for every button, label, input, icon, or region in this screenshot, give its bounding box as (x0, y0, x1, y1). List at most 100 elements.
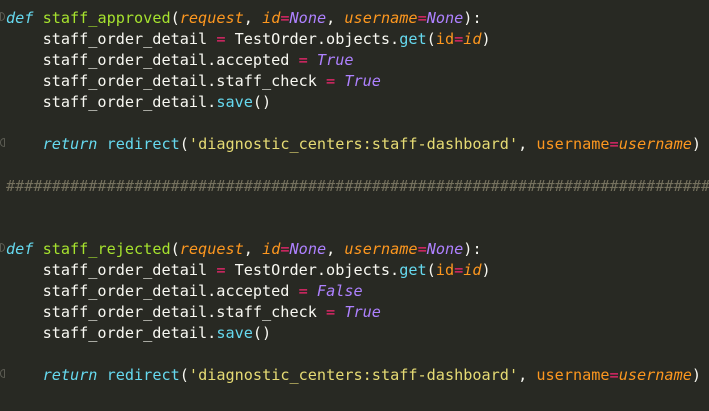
code-token: , (326, 9, 345, 27)
fold-end-icon[interactable] (0, 138, 5, 147)
code-line[interactable] (6, 113, 709, 134)
code-token: None (426, 9, 464, 27)
code-token: ( (426, 261, 436, 279)
code-token: = (454, 261, 464, 279)
code-token: username (536, 366, 610, 384)
code-token: staff_approved (42, 9, 171, 27)
code-token: None (426, 240, 464, 258)
code-token: ( (179, 135, 189, 153)
code-token: id (435, 261, 455, 279)
code-token: get (399, 261, 427, 279)
code-token: save (216, 93, 253, 111)
code-token: username (618, 366, 692, 384)
code-token: 'diagnostic_centers:staff-dashboard' (188, 135, 519, 153)
code-token: id (262, 240, 281, 258)
code-token: staff_order_detail.accepted (6, 51, 299, 69)
code-line[interactable]: return redirect('diagnostic_centers:staf… (0, 134, 709, 155)
code-token: ) (691, 135, 702, 153)
code-token: = (298, 282, 308, 300)
code-token: , (326, 240, 345, 258)
code-line[interactable] (6, 197, 709, 218)
code-line[interactable] (6, 155, 709, 176)
code-token: False (316, 282, 363, 300)
code-token: ) (481, 261, 491, 279)
code-line[interactable]: staff_order_detail = TestOrder.objects.g… (6, 29, 709, 50)
code-token: TestOrder.objects. (225, 261, 400, 279)
code-token: ) (691, 366, 702, 384)
code-token: username (344, 9, 418, 27)
code-token: id (262, 9, 281, 27)
code-token: staff_order_detail.accepted (6, 282, 299, 300)
code-editor[interactable]: def staff_approved(request, id=None, use… (0, 0, 709, 411)
code-line[interactable]: staff_order_detail.accepted = False (6, 281, 709, 302)
code-line[interactable]: staff_order_detail.accepted = True (6, 50, 709, 71)
code-token: = (417, 9, 427, 27)
code-token: username (344, 240, 418, 258)
code-token: = (326, 303, 336, 321)
code-area[interactable]: def staff_approved(request, id=None, use… (0, 8, 709, 386)
code-line[interactable]: staff_order_detail.staff_check = True (6, 302, 709, 323)
code-token: None (289, 9, 327, 27)
code-token: = (417, 240, 427, 258)
code-token: True (344, 303, 381, 321)
code-token: ########################################… (6, 177, 709, 195)
code-line[interactable]: return redirect('diagnostic_centers:staf… (0, 365, 709, 386)
code-token: save (216, 324, 253, 342)
code-token: ): (463, 9, 482, 27)
code-token: = (609, 135, 619, 153)
fold-end-icon[interactable] (0, 369, 5, 378)
code-token: staff_order_detail. (6, 324, 217, 342)
code-token: , (518, 135, 537, 153)
code-token: id (435, 30, 455, 48)
code-token: True (344, 72, 381, 90)
code-token: None (289, 240, 327, 258)
code-token: id (463, 261, 482, 279)
code-token: ) (481, 30, 491, 48)
code-token: return (42, 366, 98, 384)
code-token: staff_order_detail. (6, 93, 217, 111)
code-token: = (326, 72, 336, 90)
code-token: = (280, 240, 290, 258)
code-token: () (252, 324, 272, 342)
code-token: return (42, 135, 98, 153)
code-token: ( (170, 9, 180, 27)
code-token: def (6, 9, 34, 27)
code-token: ( (179, 366, 189, 384)
code-line[interactable]: staff_order_detail.save() (6, 92, 709, 113)
code-line[interactable]: def staff_rejected(request, id=None, use… (0, 239, 709, 260)
code-line[interactable]: staff_order_detail.save() (6, 323, 709, 344)
code-token: ): (463, 240, 482, 258)
code-token: TestOrder.objects. (225, 30, 400, 48)
code-token: = (609, 366, 619, 384)
code-line[interactable]: staff_order_detail = TestOrder.objects.g… (6, 260, 709, 281)
code-token: staff_order_detail.staff_check (6, 72, 327, 90)
code-line[interactable] (6, 344, 709, 365)
code-token: = (298, 51, 308, 69)
code-token: ( (170, 240, 180, 258)
code-token: username (618, 135, 692, 153)
code-line[interactable] (6, 218, 709, 239)
code-line[interactable]: staff_order_detail.staff_check = True (6, 71, 709, 92)
code-token: = (280, 9, 290, 27)
code-token: staff_order_detail (6, 261, 217, 279)
code-token: username (536, 135, 610, 153)
code-token: () (252, 93, 272, 111)
code-token: def (6, 240, 34, 258)
code-token: id (463, 30, 482, 48)
code-token: ( (426, 30, 436, 48)
code-token: request (179, 9, 244, 27)
code-line[interactable]: ########################################… (6, 176, 709, 197)
code-line[interactable]: def staff_approved(request, id=None, use… (0, 8, 709, 29)
code-token: 'diagnostic_centers:staff-dashboard' (188, 366, 519, 384)
code-token: redirect (106, 366, 180, 384)
